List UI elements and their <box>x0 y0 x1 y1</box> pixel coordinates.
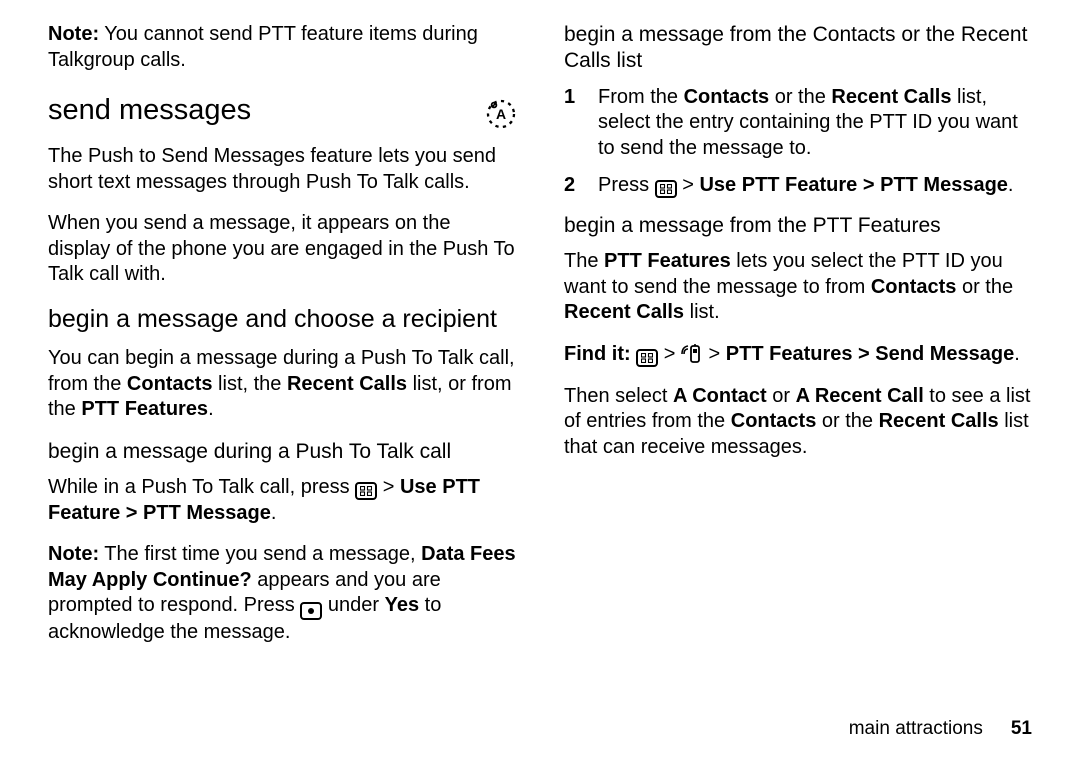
note-text: You cannot send PTT feature items during… <box>48 23 478 71</box>
footer-section-label: main attractions <box>849 718 983 740</box>
page-footer: main attractions 51 <box>849 718 1032 740</box>
page-number: 51 <box>1011 718 1032 740</box>
intro-paragraph-2: When you send a message, it appears on t… <box>48 211 516 288</box>
then-select-paragraph: Then select A Contact or A Recent Call t… <box>564 384 1032 461</box>
intro-paragraph-1: The Push to Send Messages feature lets y… <box>48 144 516 195</box>
note-ptt-talkgroup: Note: You cannot send PTT feature items … <box>48 22 516 73</box>
heading-begin-from-ptt-features: begin a message from the PTT Features <box>564 213 1032 239</box>
dot-key-icon <box>300 602 322 620</box>
heading-row-send-messages: send messages A <box>48 89 516 138</box>
ptt-antenna-icon: A <box>486 99 516 129</box>
ptt-phone-icon <box>681 343 703 365</box>
menu-key-icon <box>655 180 677 198</box>
ptt-features-paragraph: The PTT Features lets you select the PTT… <box>564 249 1032 326</box>
note-data-fees: Note: The first time you send a message,… <box>48 542 516 646</box>
heading-send-messages: send messages <box>48 93 251 128</box>
step-2: Press > Use PTT Feature > PTT Message. <box>564 173 1032 199</box>
begin-options-paragraph: You can begin a message during a Push To… <box>48 346 516 423</box>
step-1: From the Contacts or the Recent Calls li… <box>564 85 1032 162</box>
find-it-line: Find it: > > PTT Features > Send Message… <box>564 342 1032 368</box>
steps-from-contacts: From the Contacts or the Recent Calls li… <box>564 85 1032 199</box>
during-call-instruction: While in a Push To Talk call, press > Us… <box>48 475 516 526</box>
menu-key-icon <box>355 482 377 500</box>
heading-begin-from-contacts: begin a message from the Contacts or the… <box>564 22 1032 75</box>
note-label: Note: <box>48 23 99 45</box>
heading-begin-during-call: begin a message during a Push To Talk ca… <box>48 439 516 465</box>
content-columns: Note: You cannot send PTT feature items … <box>48 22 1032 702</box>
heading-begin-choose-recipient: begin a message and choose a recipient <box>48 304 516 334</box>
note-label-2: Note: <box>48 543 99 565</box>
svg-text:A: A <box>496 106 506 122</box>
menu-key-icon <box>636 349 658 367</box>
page: Note: You cannot send PTT feature items … <box>0 0 1080 766</box>
